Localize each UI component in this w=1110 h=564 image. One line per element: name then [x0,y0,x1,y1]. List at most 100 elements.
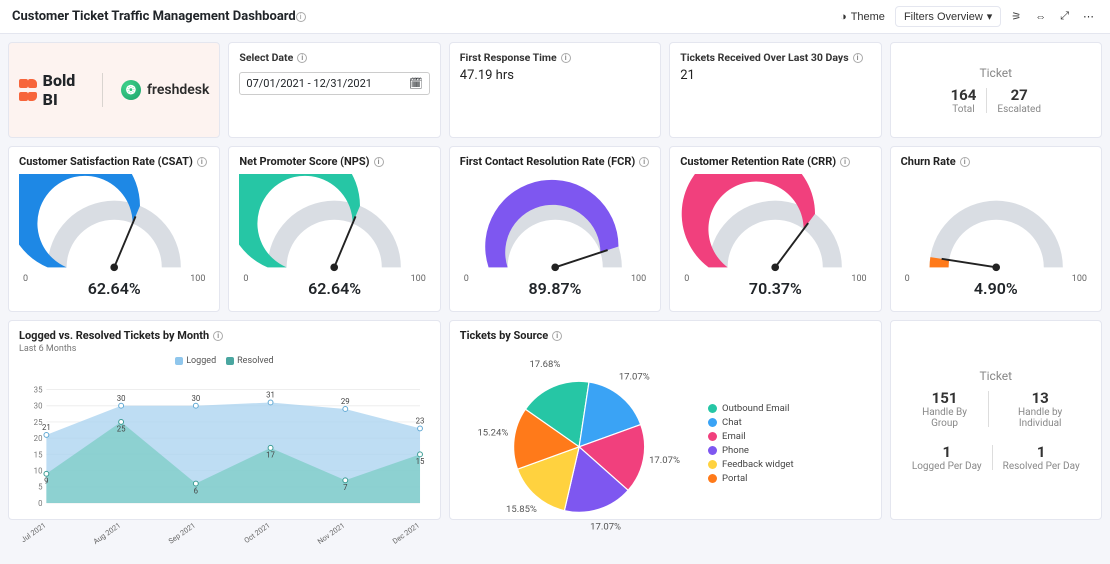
info-icon[interactable]: i [639,157,649,167]
first-response-card: First Response Time i 47.19 hrs [449,42,661,138]
filters-overview-button[interactable]: Filters Overview ▾ [895,6,1001,27]
freshdesk-logo: ❂ freshdesk [121,80,209,100]
pie-legend-item[interactable]: Email [708,431,794,442]
date-range-input[interactable]: 07/01/2021 - 12/31/2021 🗓 [239,72,429,95]
more-button[interactable]: ⋯ [1079,7,1098,26]
select-date-label: Select Date i [239,51,429,64]
logged-resolved-card: Logged vs. Resolved Tickets by Month i L… [8,320,441,520]
svg-text:29: 29 [341,397,350,406]
logos-card: Bold BI ❂ freshdesk [8,42,220,138]
svg-text:Oct 2021: Oct 2021 [242,521,271,545]
svg-text:21: 21 [42,423,51,432]
gauge-value: 89.87% [529,279,582,298]
gauge-chart[interactable] [680,174,870,294]
gauge-chart[interactable] [239,174,429,294]
pie-chart-title: Tickets by Source i [460,329,871,342]
info-icon[interactable]: i [297,53,307,63]
legend-dot-icon [708,418,717,427]
calendar-icon: 🗓 [409,77,423,90]
pie-legend: Outbound Email Chat Email Phone Feedback wid… [708,400,794,487]
gauge-card-3: Customer Retention Rate (CRR) i 0 100 70… [669,146,881,312]
svg-text:7: 7 [343,483,348,492]
legend-label: Email [722,431,746,442]
tickets-30-label: Tickets Received Over Last 30 Days i [680,51,870,64]
svg-text:30: 30 [191,394,200,403]
info-icon[interactable]: i [561,53,571,63]
gauge-title: Net Promoter Score (NPS) i [239,155,429,168]
svg-text:Dec 2021: Dec 2021 [391,521,421,546]
gauge-max: 100 [411,274,426,284]
handle-header: Ticket [901,369,1091,383]
info-icon[interactable]: i [840,157,850,167]
pie-legend-item[interactable]: Portal [708,473,794,484]
logged-per-day-lbl: Logged Per Day [912,461,982,472]
svg-text:17: 17 [266,451,275,460]
chevron-down-icon: ▾ [987,10,993,23]
gauge-title: Customer Retention Rate (CRR) i [680,155,870,168]
gauge-card-0: Customer Satisfaction Rate (CSAT) i 0 10… [8,146,220,312]
gauge-title: Customer Satisfaction Rate (CSAT) i [19,155,209,168]
area-chart[interactable]: 05101520253035213030312923925617715Jul 2… [19,366,430,548]
boldbi-text: Bold BI [43,71,84,109]
legend-dot-icon [708,404,717,413]
link-icon-button[interactable]: ⇔ [1031,8,1050,26]
gauge-chart[interactable] [901,174,1091,294]
logo-divider [102,73,103,107]
ticket-handle-card: Ticket 151 Handle By Group 13 Handle by … [890,320,1102,520]
filter-icon-button[interactable]: ⚞ [1007,7,1025,26]
handle-indiv-lbl: Handle by Individual [999,407,1081,429]
svg-text:0: 0 [38,499,42,508]
svg-text:6: 6 [194,486,199,495]
ellipsis-icon: ⋯ [1083,10,1094,23]
svg-text:9: 9 [44,477,48,486]
legend-dot-icon [708,460,717,469]
date-range-value: 07/01/2021 - 12/31/2021 [246,77,372,90]
ticket-total-lbl: Total [951,104,977,115]
info-icon[interactable]: i [197,157,207,167]
pie-chart[interactable]: 17.68%17.07%17.07%17.07%15.85%15.24% [460,342,698,545]
fullscreen-button[interactable]: ⤢ [1056,7,1073,26]
filters-label: Filters Overview [904,11,983,23]
first-response-label: First Response Time i [460,51,650,64]
ticket-summary-pair: 164 Total 27 Escalated [941,86,1051,115]
freshdesk-mark-icon: ❂ [121,80,141,100]
pie-legend-item[interactable]: Outbound Email [708,403,794,414]
svg-text:10: 10 [34,466,43,475]
logged-per-day-num: 1 [912,443,982,461]
gauge-chart[interactable] [19,174,209,294]
topbar: Customer Ticket Traffic Management Dashb… [0,0,1110,34]
legend-resolved: Resolved [237,356,273,366]
tickets-30-card: Tickets Received Over Last 30 Days i 21 [669,42,881,138]
gauge-chart[interactable] [460,174,650,294]
svg-text:Aug 2021: Aug 2021 [92,521,123,546]
theme-button[interactable]: ◑ Theme [836,8,889,26]
ticket-summary-header: Ticket [979,66,1012,80]
gauge-min: 0 [905,274,910,284]
info-icon[interactable]: i [552,331,562,341]
svg-text:30: 30 [34,402,43,411]
svg-text:35: 35 [34,385,43,394]
pie-legend-item[interactable]: Chat [708,417,794,428]
svg-text:31: 31 [266,391,275,400]
pie-legend-item[interactable]: Feedback widget [708,459,794,470]
gauge-title: Churn Rate i [901,155,1091,168]
gauge-value: 4.90% [974,279,1018,298]
pie-legend-item[interactable]: Phone [708,445,794,456]
gauge-max: 100 [1072,274,1087,284]
ticket-esc-num: 27 [997,86,1041,104]
info-icon[interactable]: i [296,12,306,22]
info-icon[interactable]: i [960,157,970,167]
legend-dot-icon [708,446,717,455]
dashboard-grid: Bold BI ❂ freshdesk Select Date i 07/01/… [0,34,1110,528]
first-response-value: 47.19 hrs [460,68,650,83]
handle-group-lbl: Handle By Group [911,407,979,429]
svg-text:5: 5 [38,483,43,492]
legend-label: Feedback widget [722,459,794,470]
info-icon[interactable]: i [374,157,384,167]
svg-text:23: 23 [416,417,425,426]
svg-text:15: 15 [34,450,43,459]
info-icon[interactable]: i [853,53,863,63]
info-icon[interactable]: i [213,331,223,341]
resolved-per-day-lbl: Resolved Per Day [1003,461,1080,472]
gauge-card-4: Churn Rate i 0 100 4.90% [890,146,1102,312]
